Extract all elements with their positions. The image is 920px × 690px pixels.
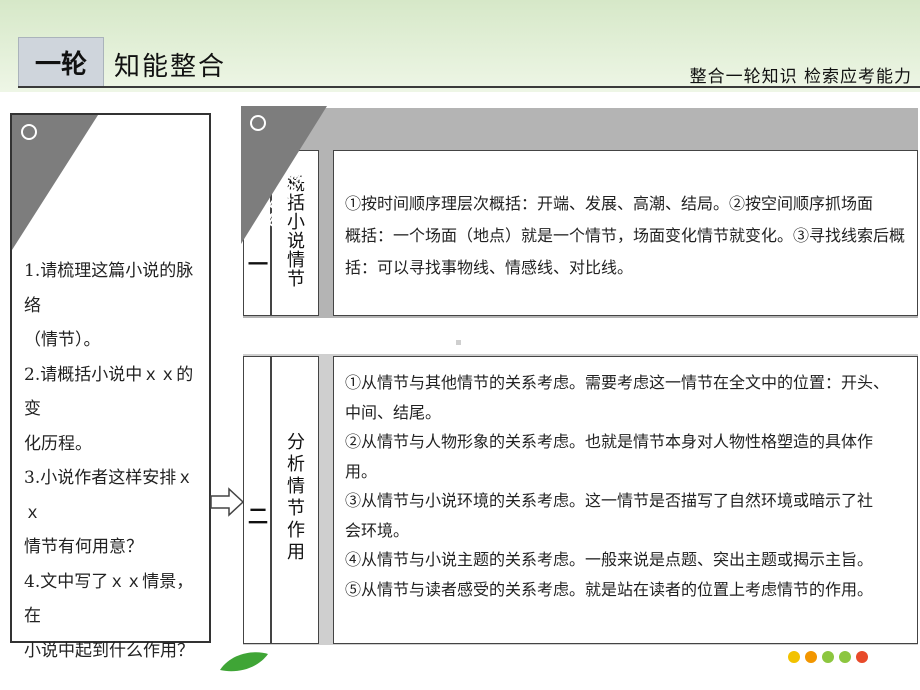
question-line: 小说中起到什么作用？ [24, 640, 194, 661]
answer-corner-tag: 答题角度 [241, 106, 327, 244]
question-line: 2.请概括小说中ｘｘ的变 [24, 364, 194, 420]
content-line: ①按时间顺序理层次概括：开端、发展、高潮、结局。②按空间顺序抓场面 [345, 194, 874, 213]
question-line: 化历程。 [24, 433, 92, 454]
question-line: 4.文中写了ｘｘ情景，在 [24, 571, 194, 627]
content-line: ④从情节与小说主题的关系考虑。一般来说是点题、突出主题或揭示主旨。 [345, 550, 874, 569]
content-line: 中间、结尾。 [345, 402, 442, 422]
section-two-content: ①从情节与其他情节的关系考虑。需要考虑这一情节在全文中的位置：开头、 中间、结尾… [345, 368, 889, 604]
content-line: 会环境。 [345, 520, 410, 540]
decor-dot [856, 651, 868, 663]
circle-icon [250, 115, 266, 131]
decor-dot [788, 651, 800, 663]
question-line: 3.小说作者这样安排ｘｘ [24, 468, 194, 523]
leaf-icon [220, 652, 268, 672]
decor-dot [839, 651, 851, 663]
content-line: ③从情节与小说环境的关系考虑。这一情节是否描写了自然环境或暗示了社 [345, 491, 874, 510]
header-divider [18, 86, 920, 88]
question-corner-tag: 设问方式 [12, 115, 98, 250]
section-two-heading: 分析情节作用 [287, 432, 305, 563]
section-two-number: 二 [248, 504, 268, 528]
header-tab-label: 一轮 [34, 49, 87, 80]
decor-dot [805, 651, 817, 663]
separator-dot [456, 340, 461, 345]
content-line: ②从情节与人物形象的关系考虑。也就是情节本身对人物性格塑造的具体作 [345, 432, 874, 451]
page-title: 知能整合 [114, 52, 227, 82]
arrow-right-icon [210, 487, 245, 517]
content-line: ①从情节与其他情节的关系考虑。需要考虑这一情节在全文中的位置：开头、 [345, 373, 890, 392]
question-line: （情节）。 [24, 330, 101, 350]
content-line: 用。 [345, 461, 378, 481]
content-line: 括：可以寻找事物线、情感线、对比线。 [345, 258, 634, 277]
section-one-content: ①按时间顺序理层次概括：开端、发展、高潮、结局。②按空间顺序抓场面 概括：一个场… [345, 188, 905, 284]
question-line: 1.请梳理这篇小说的脉络 [24, 261, 194, 316]
section-one-number: 一 [248, 252, 268, 276]
decor-dot [822, 651, 834, 663]
content-line: ⑤从情节与读者感受的关系考虑。就是站在读者的位置上考虑情节的作用。 [345, 579, 874, 599]
page-subtitle: 整合一轮知识 检索应考能力 [689, 67, 912, 87]
question-list: 1.请梳理这篇小说的脉络 （情节）。 2.请概括小说中ｘｘ的变 化历程。 3.小… [24, 254, 204, 668]
circle-icon [21, 124, 37, 140]
content-line: 概括：一个场面（地点）就是一个情节，场面变化情节就变化。③寻找线索后概 [345, 226, 906, 245]
question-line: 情节有何用意？ [24, 537, 143, 557]
header-tab: 一轮 [18, 37, 104, 87]
